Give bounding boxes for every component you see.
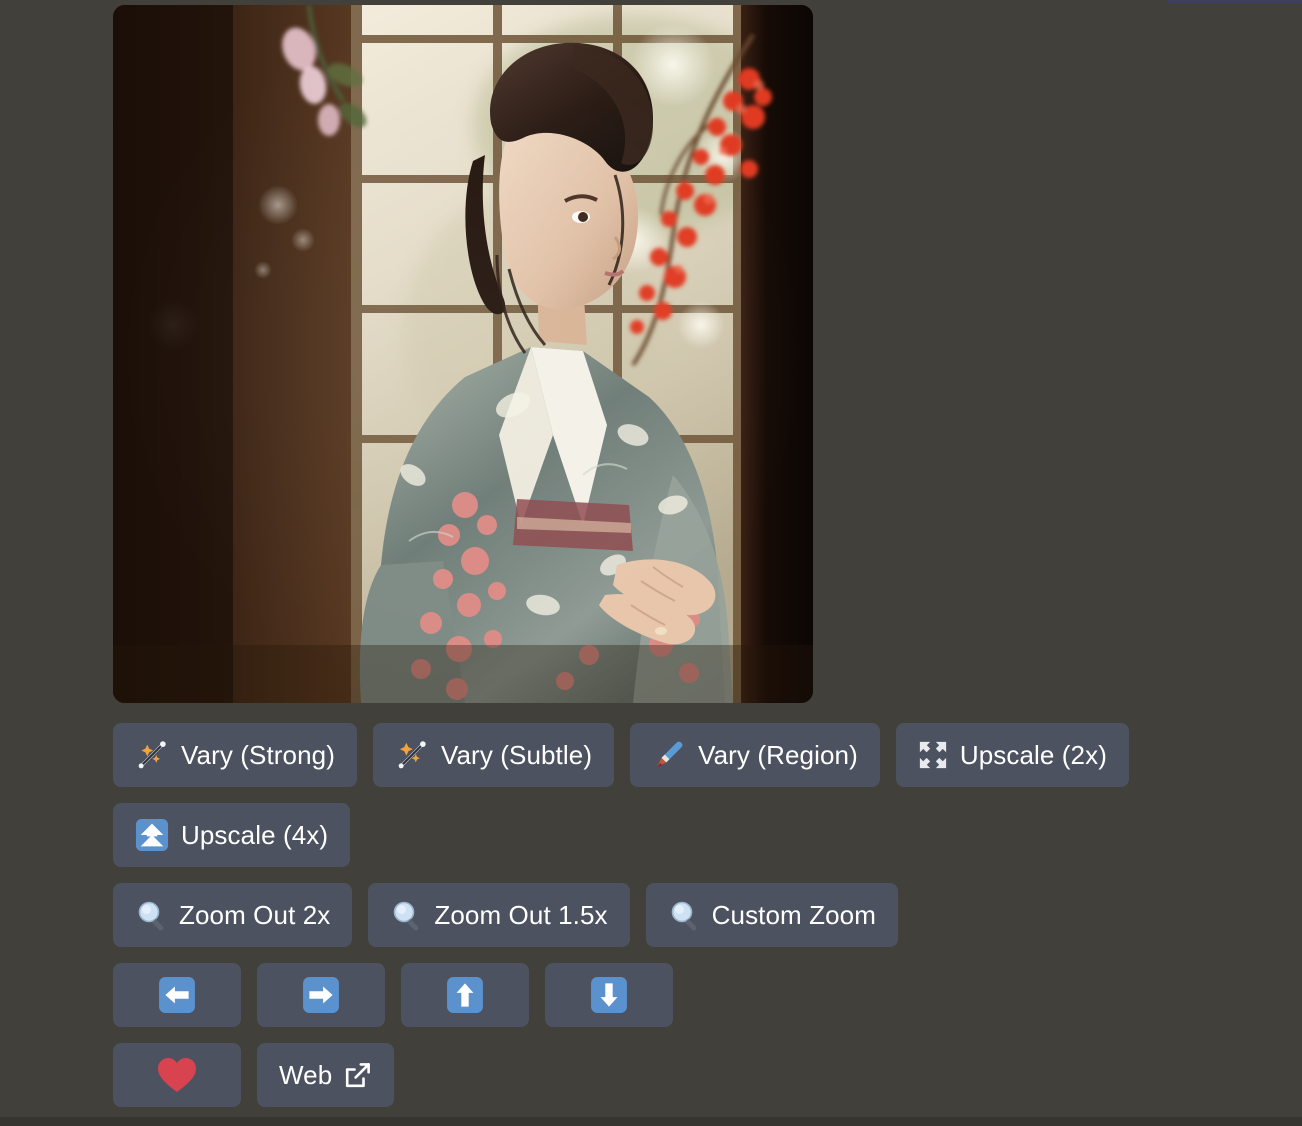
top-accent-line [1168,0,1302,3]
magnifier-icon [135,899,167,931]
paintbrush-icon [652,738,686,772]
custom-zoom-button[interactable]: Custom Zoom [645,883,899,947]
action-row-misc: Web [113,1043,1263,1107]
action-row-upscale: Upscale (4x) [113,803,1263,867]
heart-icon [156,1056,198,1094]
web-button[interactable]: Web [257,1043,395,1107]
zoom-out-2x-label: Zoom Out 2x [179,900,331,930]
arrow-right-icon [302,976,340,1014]
vary-region-label: Vary (Region) [698,740,858,770]
sparkles-icon [395,738,429,772]
custom-zoom-label: Custom Zoom [711,900,877,930]
action-row-vary: Vary (Strong) Vary (Subtle) Vary (Region… [113,723,1263,787]
arrow-left-icon [158,976,196,1014]
vary-subtle-label: Vary (Subtle) [440,740,593,770]
zoom-out-2x-button[interactable]: Zoom Out 2x [113,883,353,947]
generated-image-preview[interactable] [113,5,813,703]
external-link-icon [344,1061,372,1089]
zoom-out-1-5x-label: Zoom Out 1.5x [434,900,608,930]
footer-strip [0,1117,1302,1126]
expand-arrows-icon [918,740,948,770]
magnifier-icon [668,899,700,931]
magic-wand-icon [135,738,169,772]
web-label: Web [279,1060,333,1090]
double-up-arrow-icon [135,818,169,852]
favorite-button[interactable] [113,1043,241,1107]
upscale-4x-button[interactable]: Upscale (4x) [113,803,351,867]
image-action-panel: Vary (Strong) Vary (Subtle) Vary (Region… [0,0,1302,1117]
upscale-4x-label: Upscale (4x) [181,820,329,850]
pan-right-button[interactable] [257,963,385,1027]
action-row-pan [113,963,1263,1027]
action-button-rows: Vary (Strong) Vary (Subtle) Vary (Region… [113,723,1263,1107]
pan-left-button[interactable] [113,963,241,1027]
vary-strong-label: Vary (Strong) [181,740,335,770]
magnifier-icon [390,899,422,931]
arrow-up-icon [446,976,484,1014]
vary-region-button[interactable]: Vary (Region) [630,723,880,787]
upscale-2x-button[interactable]: Upscale (2x) [895,723,1129,787]
upscale-2x-label: Upscale (2x) [959,740,1107,770]
action-row-zoom: Zoom Out 2x Zoom Out 1.5x Custom Zoom [113,883,1263,947]
vary-strong-button[interactable]: Vary (Strong) [113,723,357,787]
pan-up-button[interactable] [401,963,529,1027]
pan-down-button[interactable] [545,963,673,1027]
zoom-out-1-5x-button[interactable]: Zoom Out 1.5x [368,883,630,947]
vary-subtle-button[interactable]: Vary (Subtle) [372,723,615,787]
arrow-down-icon [590,976,628,1014]
